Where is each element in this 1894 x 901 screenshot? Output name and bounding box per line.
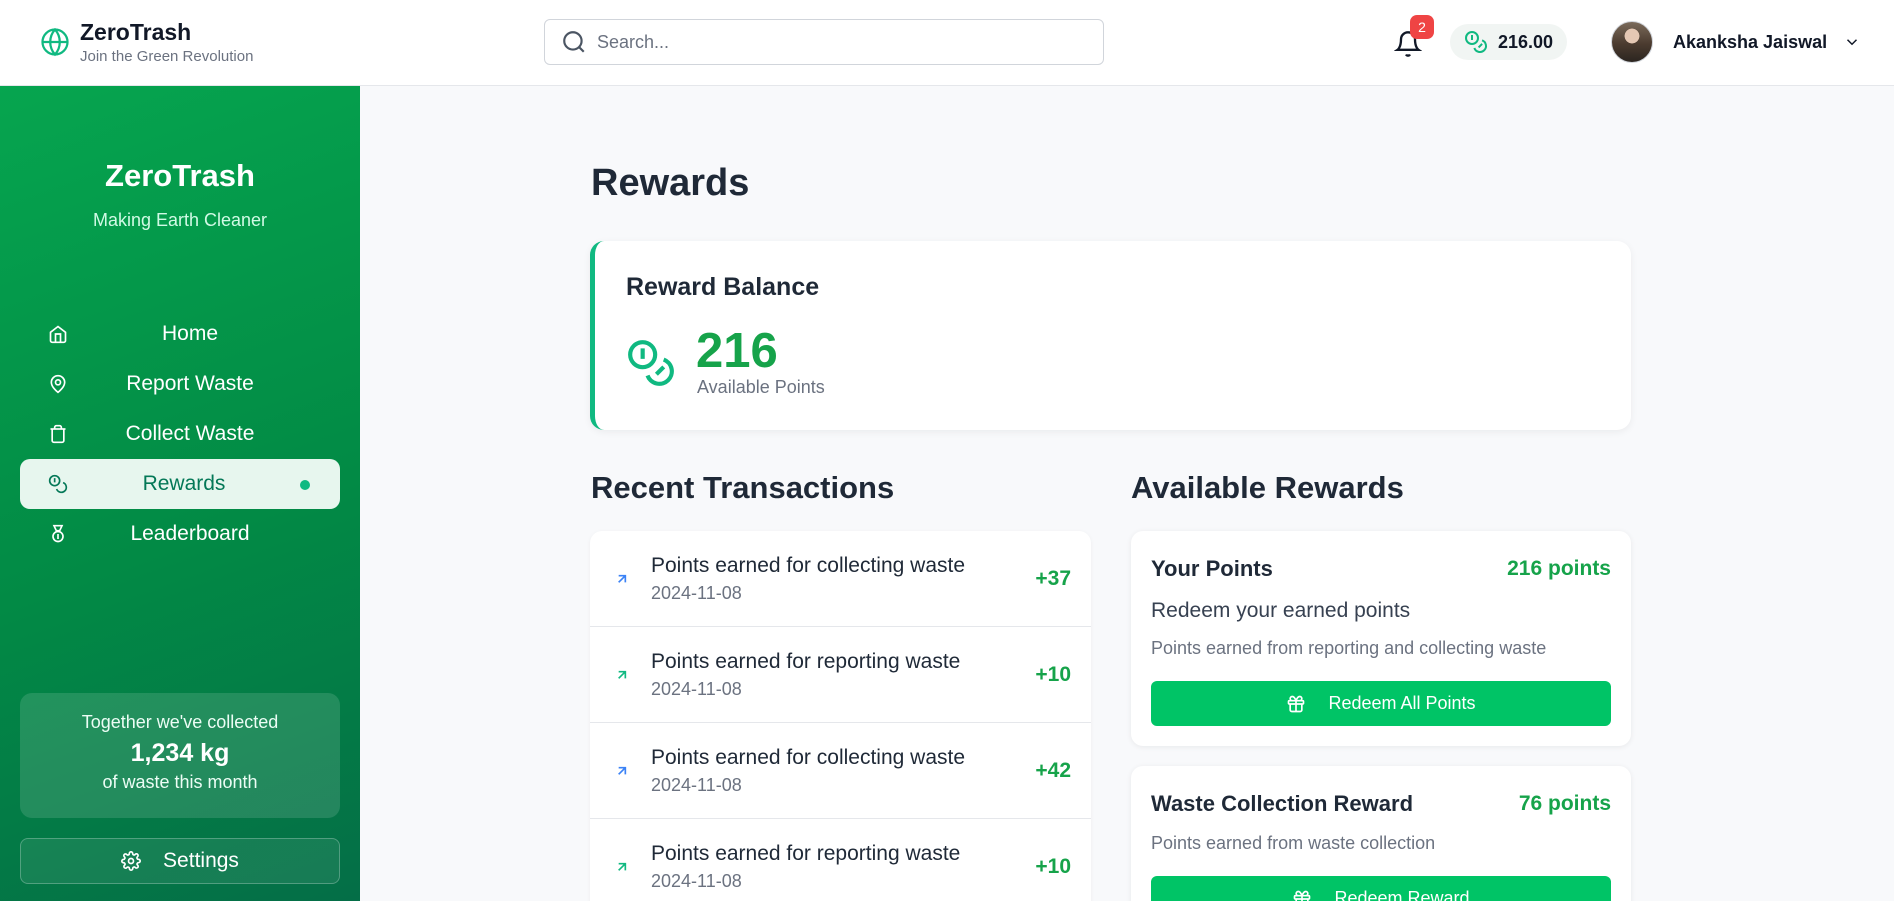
sidebar-item-rewards[interactable]: Rewards: [20, 459, 340, 509]
sidebar-title: ZeroTrash: [105, 158, 255, 193]
search-box[interactable]: [544, 19, 1104, 65]
search-icon: [563, 31, 585, 53]
balance-chip[interactable]: 216.00: [1450, 24, 1568, 60]
reward-balance-card: Reward Balance 216 Available Points: [590, 241, 1631, 430]
reward-title: Your Points: [1151, 556, 1273, 581]
coins-icon: [1465, 31, 1487, 53]
chevron-down-icon[interactable]: [1843, 33, 1861, 51]
sidebar-item-collect-waste[interactable]: Collect Waste: [20, 409, 340, 459]
reward-card-your-points: Your Points 216 points Redeem your earne…: [1131, 531, 1631, 746]
collection-stats-card: Together we've collected 1,234 kg of was…: [20, 693, 340, 818]
page-title: Rewards: [591, 162, 750, 204]
sidebar-item-label: Home: [161, 322, 219, 345]
sidebar-item-leaderboard[interactable]: Leaderboard: [20, 509, 340, 559]
transaction-amount: +37: [1035, 567, 1071, 590]
sidebar-item-report-waste[interactable]: Report Waste: [20, 359, 340, 409]
sidebar-item-label: Report Waste: [126, 372, 254, 395]
transaction-amount: +10: [1035, 855, 1071, 878]
brand-tagline: Join the Green Revolution: [80, 48, 254, 65]
redeem-all-button[interactable]: Redeem All Points: [1151, 681, 1611, 726]
sidebar: ZeroTrash Making Earth Cleaner Home Repo…: [0, 86, 360, 901]
sidebar-item-label: Leaderboard: [130, 522, 250, 545]
arrow-up-right-icon: [618, 766, 627, 775]
gift-icon: [1294, 890, 1311, 901]
stats-caption-2: of waste this month: [102, 772, 258, 792]
transaction-description: Points earned for reporting waste: [651, 842, 961, 865]
active-indicator-dot: [300, 480, 310, 490]
transaction-row[interactable]: Points earned for collecting waste 2024-…: [590, 723, 1091, 819]
balance-points-label: Available Points: [697, 377, 825, 397]
transaction-row[interactable]: Points earned for reporting waste 2024-1…: [590, 627, 1091, 723]
transaction-date: 2024-11-08: [651, 583, 742, 603]
reward-points: 216 points: [1507, 557, 1611, 580]
reward-card-waste-collection: Waste Collection Reward 76 points Points…: [1131, 766, 1631, 901]
stats-caption: Together we've collected: [81, 712, 279, 732]
reward-description: Points earned from waste collection: [1151, 833, 1436, 853]
user-menu[interactable]: Akanksha Jaiswal: [1611, 21, 1861, 63]
transaction-date: 2024-11-08: [651, 871, 742, 891]
gift-icon: [1288, 695, 1305, 712]
transaction-description: Points earned for reporting waste: [651, 650, 961, 673]
user-name: Akanksha Jaiswal: [1673, 31, 1828, 52]
arrow-up-right-icon: [618, 862, 627, 871]
arrow-up-right-icon: [618, 574, 627, 583]
transactions-heading: Recent Transactions: [591, 470, 895, 505]
arrow-up-right-icon: [618, 670, 627, 679]
button-label: Redeem Reward: [1334, 888, 1470, 901]
transaction-date: 2024-11-08: [651, 679, 742, 699]
search-input[interactable]: [597, 31, 1077, 53]
reward-title: Waste Collection Reward: [1151, 791, 1414, 816]
transaction-row[interactable]: Points earned for reporting waste 2024-1…: [590, 819, 1091, 901]
brand-title: ZeroTrash: [80, 19, 192, 45]
notification-badge: 2: [1410, 15, 1434, 39]
transaction-description: Points earned for collecting waste: [651, 746, 966, 769]
redeem-reward-button[interactable]: Redeem Reward: [1151, 876, 1611, 901]
button-label: Redeem All Points: [1328, 693, 1476, 713]
top-header: ZeroTrash Join the Green Revolution 2 21…: [0, 0, 1894, 86]
sidebar-nav: Home Report Waste Collect Waste Rewards …: [20, 309, 340, 559]
sidebar-item-home[interactable]: Home: [20, 309, 340, 359]
reward-description: Points earned from reporting and collect…: [1151, 638, 1547, 658]
balance-value: 216.00: [1498, 31, 1554, 52]
stats-value: 1,234 kg: [130, 739, 230, 767]
transactions-list: Points earned for collecting waste 2024-…: [590, 531, 1091, 901]
coins-icon: [628, 340, 674, 386]
reward-points: 76 points: [1518, 792, 1611, 815]
gear-icon: [121, 851, 141, 871]
balance-card-title: Reward Balance: [626, 273, 820, 301]
brand[interactable]: ZeroTrash Join the Green Revolution: [40, 18, 253, 65]
sidebar-item-label: Collect Waste: [125, 422, 255, 445]
rewards-heading: Available Rewards: [1131, 470, 1404, 505]
settings-label: Settings: [163, 849, 239, 872]
transaction-row[interactable]: Points earned for collecting waste 2024-…: [590, 531, 1091, 627]
globe-icon: [41, 27, 69, 56]
sidebar-item-label: Rewards: [142, 472, 226, 495]
avatar[interactable]: [1611, 21, 1653, 63]
transaction-date: 2024-11-08: [651, 775, 742, 795]
settings-button[interactable]: Settings: [20, 838, 340, 884]
reward-subtitle: Redeem your earned points: [1151, 599, 1411, 622]
transaction-amount: +42: [1035, 759, 1071, 782]
balance-points-value: 216: [696, 324, 778, 378]
transaction-description: Points earned for collecting waste: [651, 554, 966, 577]
sidebar-subtitle: Making Earth Cleaner: [92, 210, 268, 230]
transaction-amount: +10: [1035, 663, 1071, 686]
